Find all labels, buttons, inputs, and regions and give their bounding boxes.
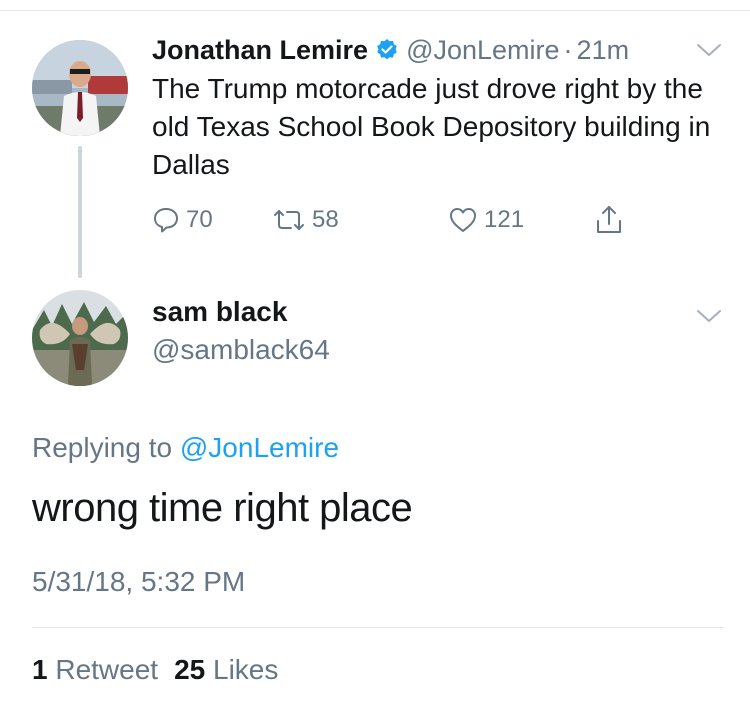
heart-icon [450,208,476,232]
thread-connector-line [78,146,82,278]
retweet-stat-label: Retweet [55,654,159,685]
replying-to-line: Replying to @JonLemire [32,432,339,464]
reply-avatar[interactable] [32,290,128,386]
parent-time[interactable]: 21m [577,35,630,66]
reply-button[interactable]: 70 [152,200,213,240]
replying-to-prefix: Replying to [32,432,173,463]
like-stat-label: Likes [213,654,279,685]
chevron-down-icon[interactable] [696,308,722,324]
retweet-count: 58 [312,206,339,233]
like-count: 121 [484,206,525,233]
reply-count: 70 [186,206,213,233]
header-separator: · [563,34,573,65]
reply-icon [154,208,178,233]
likes-stat[interactable]: 25 Likes [174,654,278,685]
reply-tweet-text: wrong time right place [32,486,413,530]
reply-author-handle[interactable]: @samblack64 [152,334,330,366]
parent-action-bar: 70 58 121 [152,200,652,240]
retweet-stat-count: 1 [32,654,48,685]
verified-badge-icon [375,38,399,62]
like-stat-count: 25 [174,654,206,685]
like-button[interactable]: 121 [448,200,524,240]
parent-author-handle[interactable]: @JonLemire [406,35,559,66]
top-divider [0,10,750,11]
reply-author-name[interactable]: sam black [152,296,287,328]
retweets-stat[interactable]: 1 Retweet [32,654,158,685]
retweet-button[interactable]: 58 [272,200,339,240]
parent-tweet-text: The Trump motorcade just drove right by … [152,73,711,180]
share-button[interactable] [594,200,630,240]
tweet-detail-page: Jonathan Lemire @JonLemire · 21m The Tru… [0,0,750,710]
share-icon [597,206,621,233]
parent-author-name[interactable]: Jonathan Lemire [152,35,368,66]
stats-divider [32,627,724,628]
reply-timestamp[interactable]: 5/31/18, 5:32 PM [32,566,245,598]
engagement-stats: 1 Retweet 25 Likes [32,654,278,686]
parent-header: Jonathan Lemire @JonLemire · 21m [152,30,629,70]
chevron-down-icon[interactable] [696,42,722,58]
retweet-icon [274,210,304,230]
parent-avatar[interactable] [32,40,128,136]
replying-to-mention-link[interactable]: @JonLemire [180,432,339,463]
